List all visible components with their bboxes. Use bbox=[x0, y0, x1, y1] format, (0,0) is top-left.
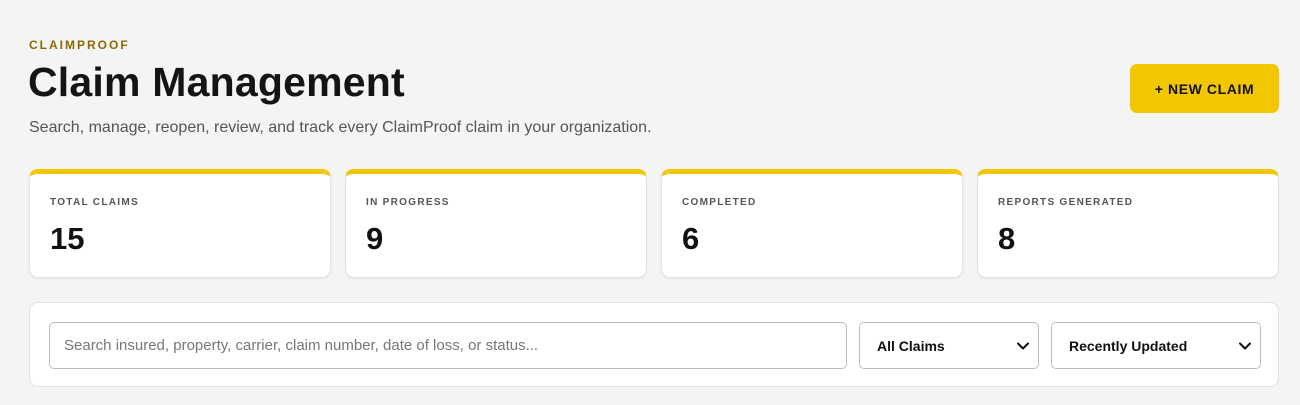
search-input[interactable] bbox=[49, 322, 847, 369]
stat-label: IN PROGRESS bbox=[366, 197, 450, 208]
stat-label: TOTAL CLAIMS bbox=[50, 197, 139, 208]
page-title: Claim Management bbox=[28, 59, 405, 105]
stat-card-in-progress: IN PROGRESS 9 bbox=[345, 169, 647, 278]
brand-eyebrow: CLAIMPROOF bbox=[29, 38, 130, 52]
claim-management-page: CLAIMPROOF Claim Management Search, mana… bbox=[0, 0, 1300, 405]
filter-bar: All Claims Recently Updated bbox=[29, 302, 1279, 387]
stat-card-total-claims: TOTAL CLAIMS 15 bbox=[29, 169, 331, 278]
page-subtitle: Search, manage, reopen, review, and trac… bbox=[29, 119, 652, 136]
stat-card-reports-generated: REPORTS GENERATED 8 bbox=[977, 169, 1279, 278]
stat-value: 6 bbox=[682, 221, 700, 256]
stat-value: 15 bbox=[50, 221, 85, 256]
stat-label: COMPLETED bbox=[682, 197, 757, 208]
sort-value: Recently Updated bbox=[1069, 337, 1188, 354]
status-filter-select[interactable]: All Claims bbox=[859, 322, 1039, 369]
stat-value: 9 bbox=[366, 221, 384, 256]
sort-select[interactable]: Recently Updated bbox=[1051, 322, 1261, 369]
chevron-down-icon bbox=[1016, 339, 1030, 353]
new-claim-button[interactable]: + NEW CLAIM bbox=[1130, 64, 1279, 113]
status-filter-value: All Claims bbox=[877, 337, 945, 354]
stat-label: REPORTS GENERATED bbox=[998, 197, 1134, 208]
stat-card-completed: COMPLETED 6 bbox=[661, 169, 963, 278]
chevron-down-icon bbox=[1238, 339, 1252, 353]
stat-value: 8 bbox=[998, 221, 1016, 256]
stats-row: TOTAL CLAIMS 15 IN PROGRESS 9 COMPLETED … bbox=[29, 169, 1279, 278]
